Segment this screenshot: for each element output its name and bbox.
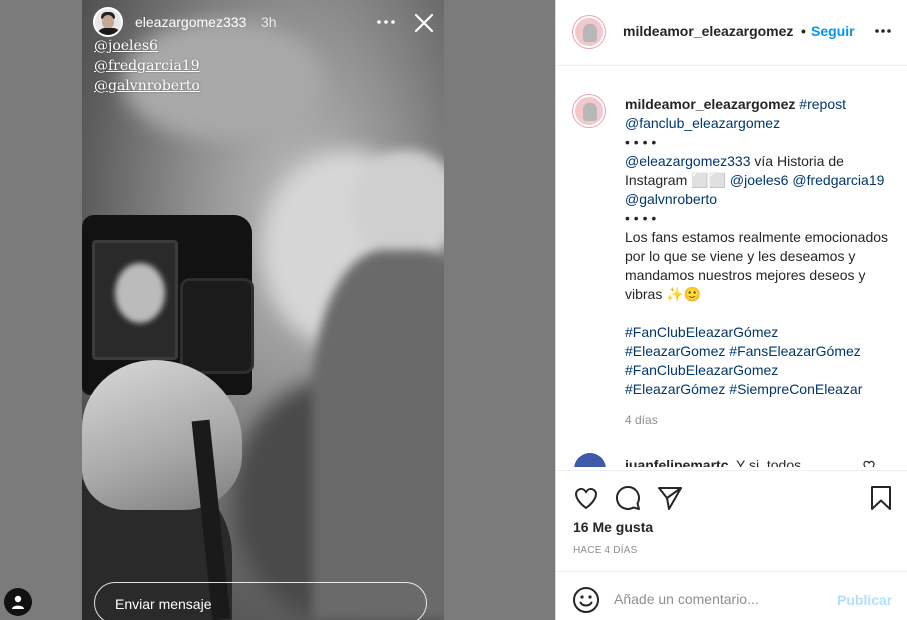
more-horizontal-icon[interactable] — [375, 12, 397, 32]
mention-link[interactable]: @fredgarcia19 — [792, 172, 884, 188]
mention-link[interactable]: @joeles6 — [730, 172, 789, 188]
caption-dots: • • • • — [625, 210, 657, 226]
caption-body-text: Los fans estamos realmente emocionados p… — [625, 229, 889, 302]
author-username[interactable]: mildeamor_eleazargomez — [623, 23, 793, 39]
separator-dot: • — [801, 23, 806, 39]
publish-button[interactable]: Publicar — [837, 592, 892, 608]
caption-dots: • • • • — [625, 134, 657, 150]
caption-username[interactable]: mildeamor_eleazargomez — [625, 96, 795, 112]
camera-lens-image — [180, 278, 254, 374]
emoji-icon[interactable] — [572, 586, 600, 614]
hashtag-link[interactable]: #FanClubEleazarGomez — [625, 362, 778, 378]
heart-icon[interactable] — [572, 484, 600, 512]
post-timestamp: HACE 4 DÍAS — [573, 545, 638, 556]
heart-icon[interactable] — [862, 459, 876, 467]
story-time: 3h — [261, 14, 277, 30]
more-horizontal-icon[interactable] — [874, 22, 892, 45]
caption-text: mildeamor_eleazargomez #repost @fanclub_… — [625, 95, 895, 399]
comment-row: juanfelipemartc Y si, todos — [556, 451, 907, 467]
caption-avatar[interactable] — [573, 95, 605, 127]
post-panel: mildeamor_eleazargomez • Seguir mildeamo… — [555, 0, 907, 620]
likes-count[interactable]: 16 Me gusta — [573, 519, 653, 535]
post-header: mildeamor_eleazargomez • Seguir — [556, 0, 907, 66]
author-avatar[interactable] — [573, 16, 605, 48]
hashtag-link[interactable]: #EleazarGomez — [625, 343, 725, 359]
hashtag-link[interactable]: #repost — [799, 96, 846, 112]
comment-text: Y si, todos — [736, 457, 802, 467]
story-avatar[interactable] — [93, 7, 123, 37]
user-icon — [12, 595, 24, 609]
comment-input[interactable] — [614, 584, 814, 614]
bookmark-icon[interactable] — [867, 484, 895, 512]
comment-icon[interactable] — [614, 484, 642, 512]
send-message-input[interactable]: Enviar mensaje — [94, 582, 427, 620]
mention-link[interactable]: @eleazargomez333 — [625, 153, 751, 169]
blurred-person-image — [292, 150, 444, 620]
caption-age: 4 días — [625, 413, 658, 427]
hashtag-link[interactable]: #FanClubEleazarGómez — [625, 324, 778, 340]
hashtag-link[interactable]: #SiempreConEleazar — [729, 381, 862, 397]
mention-link[interactable]: @fanclub_eleazargomez — [625, 115, 780, 131]
story-frame[interactable]: eleazargomez333 3h @joeles6 @fredgarcia1… — [82, 0, 444, 620]
story-username[interactable]: eleazargomez333 — [135, 14, 246, 30]
mention-link[interactable]: @galvnroberto — [625, 191, 717, 207]
comment-form: Publicar — [556, 571, 907, 620]
share-icon[interactable] — [656, 484, 684, 512]
story-mention[interactable]: @galvnroberto — [94, 78, 200, 94]
post-actions: 16 Me gusta HACE 4 DÍAS — [556, 470, 907, 570]
camera-screen-image — [92, 240, 178, 360]
comment-avatar[interactable] — [574, 453, 606, 467]
profile-icon-button[interactable] — [4, 588, 32, 616]
send-message-placeholder: Enviar mensaje — [115, 596, 212, 612]
hashtag-link[interactable]: #FansEleazarGómez — [729, 343, 861, 359]
close-icon[interactable] — [413, 12, 435, 34]
story-mention[interactable]: @fredgarcia19 — [94, 58, 200, 74]
hashtag-link[interactable]: #EleazarGómez — [625, 381, 725, 397]
follow-button[interactable]: Seguir — [811, 23, 855, 39]
caption-section: mildeamor_eleazargomez #repost @fanclub_… — [556, 67, 907, 467]
comment-username[interactable]: juanfelipemartc — [625, 457, 728, 467]
story-mention[interactable]: @joeles6 — [94, 38, 158, 54]
